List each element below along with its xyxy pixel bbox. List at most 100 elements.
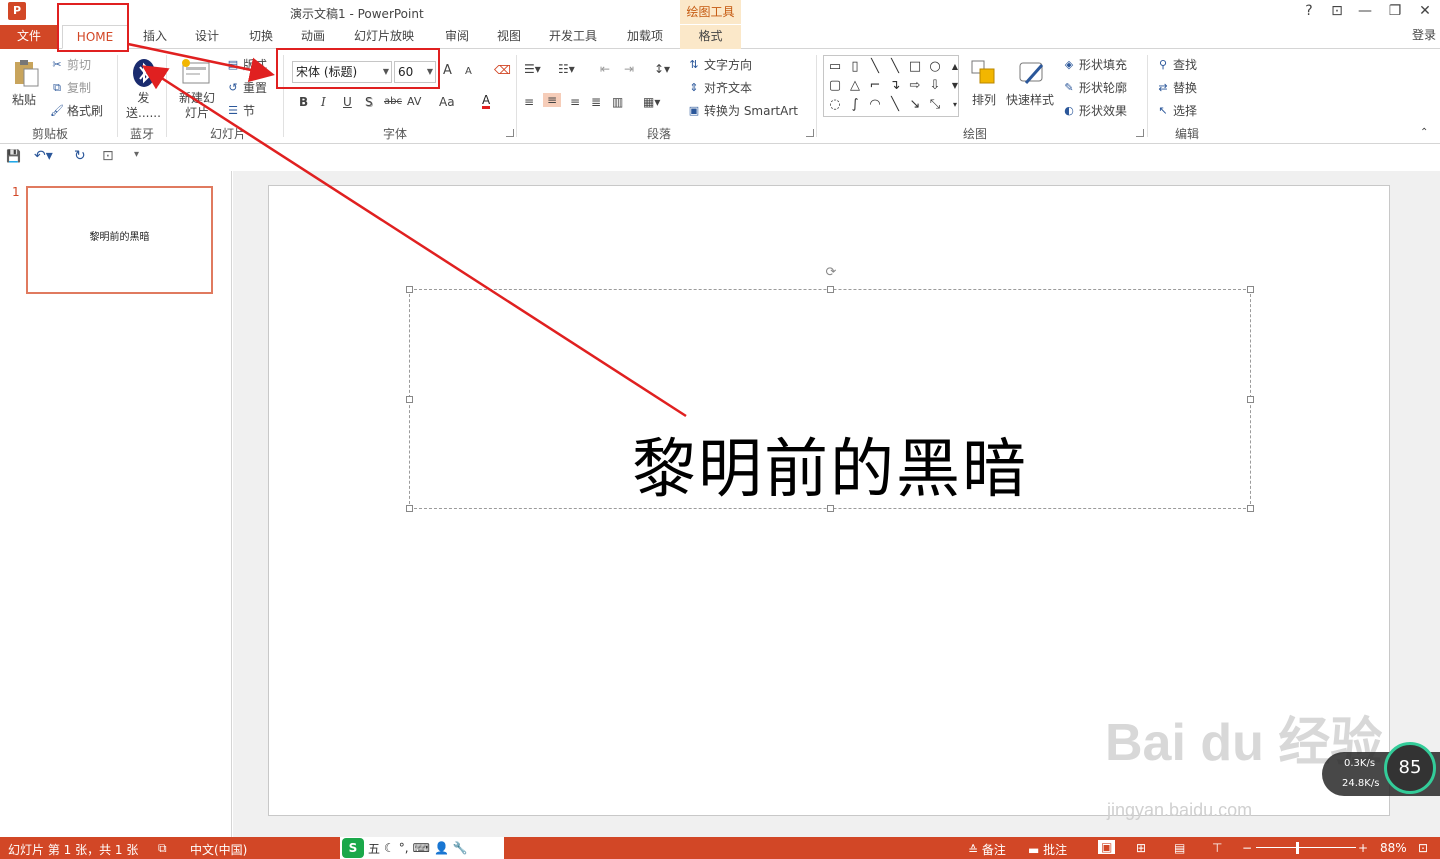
text-direction-button[interactable]: ⇅ 文字方向	[687, 56, 752, 73]
line-spacing-icon[interactable]: ↕▾	[654, 62, 670, 76]
paste-icon[interactable]	[10, 57, 42, 89]
gallery-up-icon[interactable]: ▲	[946, 58, 964, 76]
textbox-shape-icon[interactable]: ▭	[826, 58, 844, 76]
layout-button[interactable]: ▤ 版式	[226, 56, 267, 73]
shape-effects-button[interactable]: ◐ 形状效果	[1062, 102, 1127, 119]
slide-title-text[interactable]: 黎明前的黑暗	[410, 418, 1250, 510]
tab-review[interactable]: 审阅	[436, 25, 478, 49]
decrease-indent-icon[interactable]: ⇤	[600, 62, 610, 76]
change-case-button[interactable]: Aa	[439, 95, 455, 109]
tab-design[interactable]: 设计	[186, 25, 228, 49]
format-painter-button[interactable]: 🖌 格式刷	[50, 102, 103, 119]
powerpoint-app-icon[interactable]: P	[8, 2, 26, 20]
tab-transitions[interactable]: 切换	[240, 25, 282, 49]
replace-button[interactable]: ⇄ 替换	[1156, 79, 1197, 96]
section-button[interactable]: ☰ 节	[226, 102, 255, 119]
keyboard-icon[interactable]: ⌨	[413, 841, 430, 855]
tab-insert[interactable]: 插入	[134, 25, 176, 49]
new-slide-button[interactable]: 新建幻灯片	[174, 91, 220, 121]
oval-shape-icon[interactable]: ○	[926, 58, 944, 76]
line-shape-icon[interactable]: ╲	[886, 58, 904, 76]
collapse-ribbon-icon[interactable]: ⌃	[1420, 127, 1428, 138]
font-color-button[interactable]: A	[482, 94, 491, 109]
underline-button[interactable]: U	[343, 95, 352, 109]
comments-button[interactable]: ▬ 批注	[1028, 841, 1067, 858]
moon-icon[interactable]: ☾	[384, 841, 395, 855]
down-arrow-shape-icon[interactable]: ⇩	[926, 77, 944, 95]
shrink-font-button[interactable]: A	[465, 66, 472, 77]
distributed-icon[interactable]: ▥	[612, 95, 623, 109]
line-shape-icon[interactable]: ╲	[866, 58, 884, 76]
slide-count-status[interactable]: 幻灯片 第 1 张，共 1 张	[8, 841, 138, 858]
arrow-line-icon[interactable]: ↘	[906, 96, 924, 114]
reset-button[interactable]: ↺ 重置	[226, 79, 267, 96]
title-placeholder[interactable]: ⟳ 黎明前的黑暗	[406, 266, 1254, 512]
punctuation-icon[interactable]: °,	[399, 841, 409, 855]
zoom-slider-thumb[interactable]	[1296, 842, 1299, 854]
notes-button[interactable]: ≙ 备注	[968, 841, 1006, 858]
shape-fill-button[interactable]: ◈ 形状填充	[1062, 56, 1127, 73]
arrange-icon[interactable]	[968, 57, 1000, 89]
tab-animations[interactable]: 动画	[292, 25, 334, 49]
grow-font-button[interactable]: A	[443, 63, 452, 78]
justify-icon[interactable]: ≣	[591, 95, 601, 109]
rounded-rect-shape-icon[interactable]: ▢	[826, 77, 844, 95]
sogou-icon[interactable]: S	[342, 838, 364, 858]
vertical-textbox-shape-icon[interactable]: ▯	[846, 58, 864, 76]
increase-indent-icon[interactable]: ⇥	[624, 62, 634, 76]
save-icon[interactable]: 💾	[6, 149, 21, 163]
new-slide-icon[interactable]	[180, 57, 212, 89]
help-icon[interactable]: ?	[1298, 3, 1320, 19]
align-center-icon[interactable]: ≡	[543, 93, 562, 107]
bold-button[interactable]: B	[299, 95, 308, 109]
zoom-out-icon[interactable]: −	[1242, 841, 1252, 855]
italic-button[interactable]: I	[321, 95, 326, 109]
tab-addins[interactable]: 加载项	[620, 25, 670, 49]
freeform-shape-icon[interactable]: ◌	[826, 96, 844, 114]
customize-qat-icon[interactable]: ▾	[134, 149, 139, 160]
arc-shape-icon[interactable]: ◠	[866, 96, 884, 114]
zoom-in-icon[interactable]: +	[1358, 841, 1368, 855]
paste-button[interactable]: 粘贴	[12, 91, 36, 108]
slide-thumbnail[interactable]: 黎明前的黑暗	[26, 186, 213, 294]
zoom-level[interactable]: 88%	[1380, 841, 1407, 855]
ime-mode[interactable]: 五	[368, 840, 380, 857]
redo-icon[interactable]: ↻	[74, 148, 86, 164]
shapes-gallery[interactable]: ▭ ▯ ╲ ╲ □ ○ ▢ △ ⌐ ↴ ⇨ ⇩ ◌ ∫ ◠ ╲ ↘ ⤡ ▲ ▼ …	[823, 55, 959, 117]
network-speed-widget[interactable]: 0.3K/s 24.8K/s 85	[1322, 742, 1440, 796]
tab-format[interactable]: 格式	[680, 25, 741, 49]
drawing-dialog-launcher-icon[interactable]	[1136, 129, 1144, 137]
signin-link[interactable]: 登录	[1412, 26, 1436, 43]
line-shape-icon[interactable]: ╲	[886, 96, 904, 114]
slide-sorter-icon[interactable]: ⊞	[1136, 841, 1146, 855]
right-arrow-shape-icon[interactable]: ⇨	[906, 77, 924, 95]
user-icon[interactable]: 👤	[434, 841, 449, 855]
elbow-arrow-icon[interactable]: ↴	[886, 77, 904, 95]
numbering-icon[interactable]: ☷▾	[558, 62, 575, 76]
find-button[interactable]: ⚲ 查找	[1156, 56, 1197, 73]
bluetooth-send-button[interactable]: 发送......	[126, 91, 161, 121]
font-dialog-launcher-icon[interactable]	[506, 129, 514, 137]
clear-format-icon[interactable]: ⌫	[494, 63, 511, 77]
shadow-button[interactable]: S	[365, 95, 373, 109]
cut-button[interactable]: ✂ 剪切	[50, 56, 91, 73]
double-arrow-icon[interactable]: ⤡	[926, 96, 944, 114]
convert-smartart-button[interactable]: ▣ 转换为 SmartArt	[687, 102, 798, 119]
tab-file[interactable]: 文件	[0, 25, 58, 49]
char-spacing-button[interactable]: AV	[407, 95, 421, 108]
tab-view[interactable]: 视图	[488, 25, 530, 49]
ime-toolbar[interactable]: S 五 ☾ °, ⌨ 👤 🔧	[340, 837, 504, 859]
align-text-button[interactable]: ⇕ 对齐文本	[687, 79, 752, 96]
zoom-slider-track[interactable]	[1256, 847, 1356, 848]
minimize-button[interactable]: —	[1354, 3, 1376, 19]
close-button[interactable]: ✕	[1414, 3, 1436, 19]
align-left-icon[interactable]: ≡	[524, 95, 534, 109]
quick-styles-button[interactable]: 快速样式	[1006, 91, 1054, 108]
normal-view-icon[interactable]: ▣	[1098, 840, 1116, 854]
strikethrough-button[interactable]: abc	[384, 96, 402, 107]
rectangle-shape-icon[interactable]: □	[906, 58, 924, 76]
arrange-button[interactable]: 排列	[972, 91, 996, 108]
resize-handle[interactable]	[406, 286, 413, 293]
slideshow-start-icon[interactable]: ⊡	[102, 148, 114, 164]
spellcheck-icon[interactable]: ⧉	[158, 841, 167, 856]
